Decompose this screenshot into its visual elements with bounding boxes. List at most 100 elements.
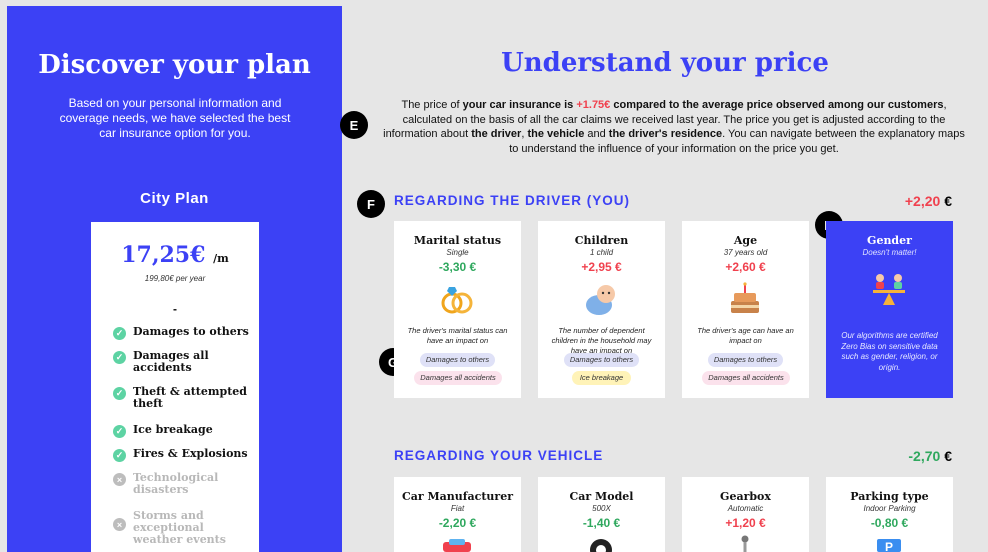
intro-bold: the vehicle [527, 128, 585, 140]
factor-value: +2,95 € [581, 260, 622, 274]
parking-icon: P [877, 539, 901, 552]
gender-scale-icon [873, 274, 905, 305]
page-title: Understand your price [501, 48, 829, 78]
factor-value: +2,60 € [725, 260, 766, 274]
section-total-value: +2,20 [904, 193, 941, 209]
coverage-item: ✓ Damages all accidents [113, 350, 253, 374]
plan-name: City Plan [140, 190, 209, 207]
plan-price-year: 199,80€ per year [144, 274, 206, 283]
factor-subtitle: 37 years old [723, 248, 768, 257]
intro-bold: the driver [471, 128, 522, 140]
cross-icon: × [113, 473, 126, 486]
factor-title: Age [733, 234, 758, 247]
factor-card-children[interactable]: Children 1 child +2,95 € The number of d… [538, 221, 665, 398]
factor-card-age[interactable]: Age 37 years old +2,60 € The driver's ag… [682, 221, 809, 398]
section-title-vehicle: REGARDING YOUR VEHICLE [394, 448, 604, 463]
check-icon: ✓ [113, 327, 126, 340]
coverage-label: Technological disasters [133, 471, 219, 496]
factor-description: The driver's age can have an impact on [697, 326, 794, 345]
coverage-tag: Damages to others [708, 353, 783, 367]
coverage-tag: Damages to others [564, 353, 639, 367]
intro-part: and [584, 128, 609, 140]
plan-panel-title: Discover your plan [38, 50, 311, 80]
factor-value: -0,80 € [870, 516, 909, 530]
factor-title: Children [574, 234, 629, 247]
coverage-label: Storms and exceptional weather events [133, 509, 226, 546]
marker-e: E [340, 111, 368, 139]
factor-subtitle: Indoor Parking [863, 504, 916, 513]
factor-value: -2,20 € [438, 516, 477, 530]
factor-title: Car Manufacturer [401, 490, 514, 503]
factor-title: Marital status [413, 234, 502, 247]
section-total-vehicle: -2,70 € [908, 448, 952, 464]
intro-part: The price of [401, 99, 463, 111]
factor-subtitle: 500X [592, 504, 611, 513]
car-icon [443, 539, 471, 552]
coverage-item: ✓ Fires & Explosions [113, 448, 253, 462]
check-icon: ✓ [113, 387, 126, 400]
section-total-currency: € [944, 193, 952, 209]
factor-subtitle: Single [446, 248, 469, 257]
factor-card-parking-type[interactable]: Parking type Indoor Parking -0,80 € P [826, 477, 953, 552]
factor-title: Gender [867, 234, 912, 247]
intro-price-delta: +1.75€ [576, 99, 611, 111]
factor-description: The number of dependent children in the … [551, 326, 652, 355]
factor-subtitle: Fiat [450, 504, 465, 513]
factor-value: -1,40 € [582, 516, 621, 530]
coverage-tag: Damages all accidents [414, 371, 502, 385]
coverage-label: Fires & Explosions [133, 447, 248, 460]
cake-icon [731, 282, 759, 313]
svg-text:P: P [885, 540, 893, 552]
check-icon: ✓ [113, 351, 126, 364]
plan-price-unit: /m [213, 252, 229, 265]
factor-description: Our algorithms are certified Zero Bias o… [841, 331, 938, 372]
coverage-label: Ice breakage [133, 423, 213, 436]
factor-title: Parking type [850, 490, 929, 503]
coverage-tag: Damages all accidents [702, 371, 790, 385]
factor-card-gearbox[interactable]: Gearbox Automatic +1,20 € [682, 477, 809, 552]
coverage-tag: Damages to others [420, 353, 495, 367]
coverage-item: ✓ Theft & attempted theft [113, 386, 253, 410]
coverage-label: Theft & attempted theft [133, 385, 247, 410]
factor-value: -3,30 € [438, 260, 477, 274]
gear-stick-icon [741, 535, 749, 552]
intro-bold: compared to the average price observed a… [613, 99, 944, 111]
plan-separator: - [173, 302, 177, 316]
factor-card-car-model[interactable]: Car Model 500X -1,40 € [538, 477, 665, 552]
coverage-label: Damages to others [133, 325, 249, 338]
rings-icon [441, 287, 473, 314]
factor-value: +1,20 € [725, 516, 766, 530]
factor-card-car-manufacturer[interactable]: Car Manufacturer Fiat -2,20 € [394, 477, 521, 552]
factor-card-gender[interactable]: Gender Doesn't matter! Our algorithms ar… [826, 221, 953, 398]
marker-f: F [357, 190, 385, 218]
cross-icon: × [113, 518, 126, 531]
plan-panel-subtitle: Based on your personal information and c… [59, 96, 291, 140]
intro-bold: the driver's residence [608, 128, 723, 140]
section-total-currency: € [944, 448, 952, 464]
check-icon: ✓ [113, 449, 126, 462]
section-total-driver: +2,20 € [905, 193, 952, 209]
coverage-tag: Ice breakage [572, 371, 631, 385]
factor-title: Gearbox [720, 490, 771, 503]
factor-card-marital-status[interactable]: Marital status Single -3,30 € The driver… [394, 221, 521, 398]
section-total-value: -2,70 [908, 448, 941, 464]
section-title-driver: REGARDING THE DRIVER (YOU) [394, 193, 631, 208]
check-icon: ✓ [113, 425, 126, 438]
coverage-item-excluded: × Storms and exceptional weather events [113, 510, 253, 546]
factor-subtitle: Automatic [727, 504, 764, 513]
intro-text: The price of your car insurance is +1.75… [382, 98, 966, 156]
plan-price: 17,25€ /m [91, 242, 259, 268]
factor-title: Car Model [569, 490, 634, 503]
factor-description: The driver's marital status can have an … [407, 326, 508, 345]
factor-subtitle: 1 child [589, 248, 614, 257]
plan-card: 17,25€ /m 199,80€ per year - ✓ Damages t… [91, 222, 259, 552]
factor-subtitle: Doesn't matter! [862, 248, 917, 257]
coverage-item-excluded: × Technological disasters [113, 472, 253, 496]
plan-price-amount: 17,25€ [121, 242, 206, 268]
coverage-item: ✓ Ice breakage [113, 424, 253, 438]
tire-icon [590, 539, 612, 552]
coverage-item: ✓ Damages to others [113, 326, 253, 340]
coverage-label: Damages all accidents [133, 349, 209, 374]
intro-bold: your car insurance is [462, 99, 574, 111]
plan-panel: Discover your plan Based on your persona… [7, 6, 342, 552]
